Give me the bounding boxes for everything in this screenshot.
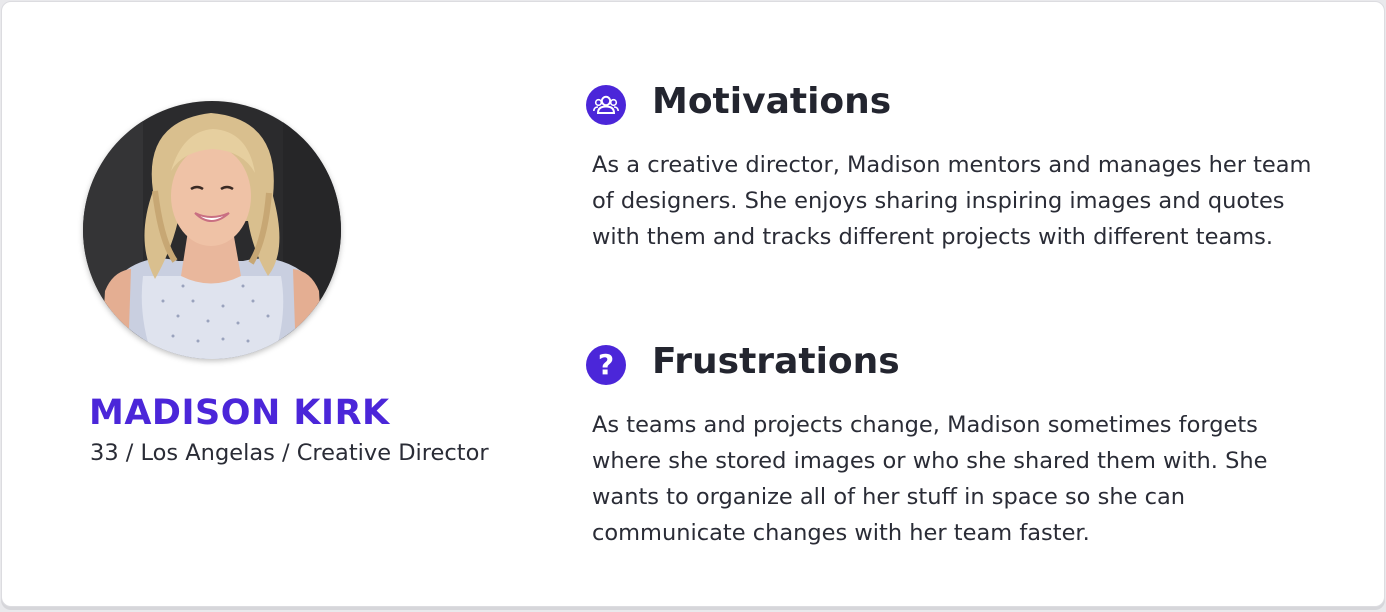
motivations-title: Motivations	[652, 81, 892, 122]
frustrations-body: As teams and projects change, Madison so…	[592, 412, 1268, 546]
frustrations-title: Frustrations	[652, 341, 900, 382]
users-group-icon	[586, 85, 626, 125]
question-mark-icon: ?	[586, 345, 626, 385]
persona-meta: 33 / Los Angelas / Creative Director	[90, 440, 489, 466]
motivations-body: As a creative director, Madison mentors …	[592, 152, 1312, 250]
profile-photo	[83, 101, 341, 359]
persona-name: MADISON KIRK	[89, 393, 390, 433]
persona-card: MADISON KIRK 33 / Los Angelas / Creative…	[1, 1, 1385, 607]
